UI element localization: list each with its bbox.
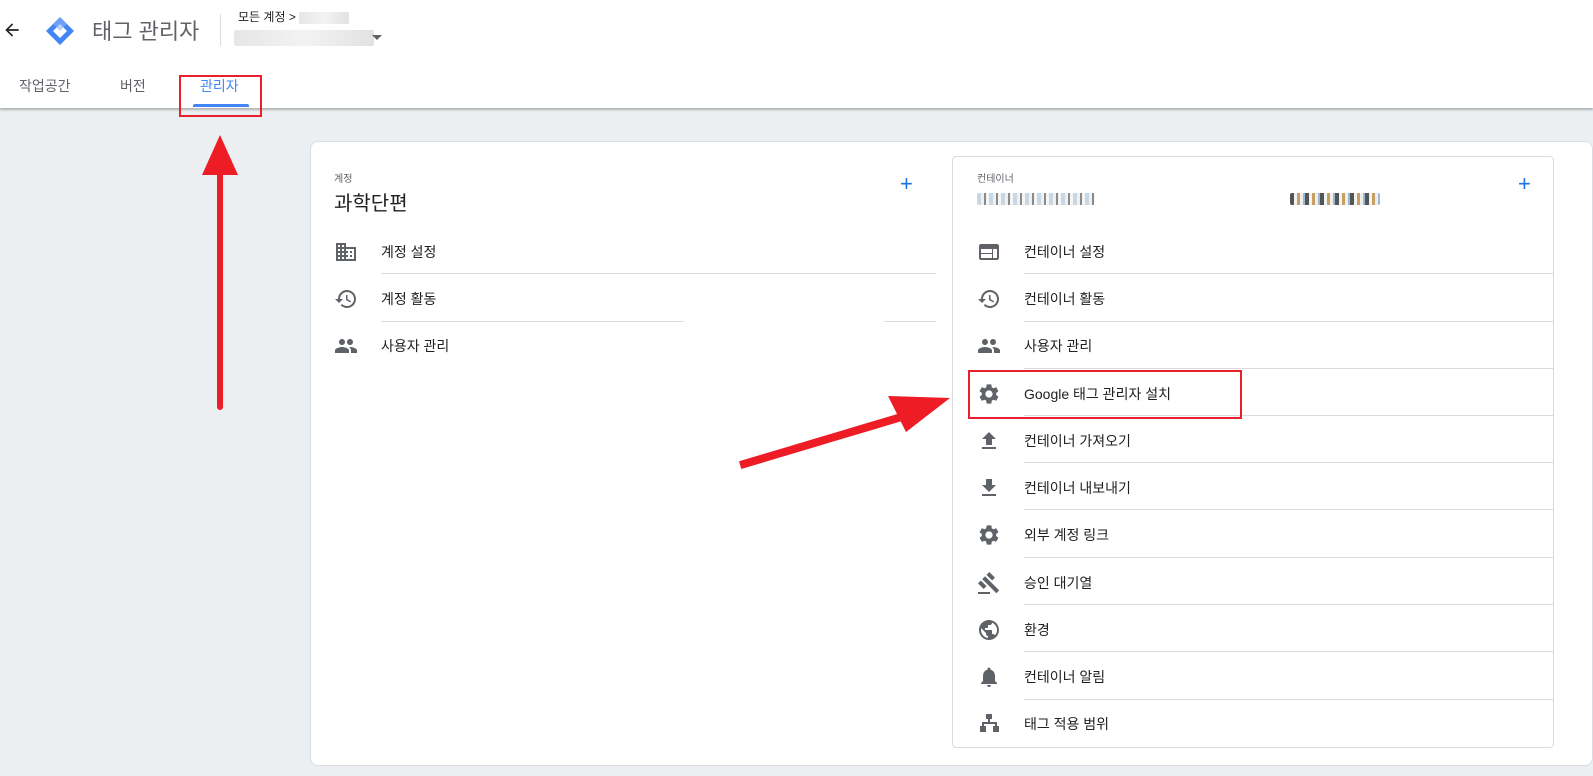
install-item-highlight [968, 370, 1242, 419]
container-id-redacted [1290, 193, 1380, 205]
account-settings-label: 계정 설정 [381, 244, 437, 260]
container-name-redacted [977, 193, 1095, 205]
building-icon [336, 243, 356, 261]
account-settings-item[interactable]: 계정 설정 [334, 226, 936, 273]
people-icon [978, 339, 1000, 353]
tab-versions[interactable]: 버전 [120, 76, 146, 96]
export-container-label: 컨테이너 내보내기 [1024, 480, 1131, 496]
breadcrumb[interactable]: 모든 계정 > [238, 8, 350, 25]
container-user-management-label: 사용자 관리 [1024, 338, 1093, 354]
globe-icon [979, 620, 999, 640]
app-title: 태그 관리자 [92, 19, 200, 44]
container-activity-label: 컨테이너 활동 [1024, 291, 1106, 307]
account-user-management-item[interactable]: 사용자 관리 [334, 320, 936, 367]
back-arrow-icon[interactable] [2, 20, 22, 40]
add-account-plus-icon[interactable]: + [900, 173, 913, 195]
people-icon [335, 339, 357, 353]
container-notifications-label: 컨테이너 알림 [1024, 669, 1106, 685]
admin-tab-highlight [179, 75, 262, 117]
bell-icon [981, 667, 997, 687]
external-account-links-label: 외부 계정 링크 [1024, 527, 1110, 543]
container-settings-label: 컨테이너 설정 [1024, 244, 1106, 260]
tag-coverage-label: 태그 적용 범위 [1024, 716, 1110, 732]
account-activity-item[interactable]: 계정 활동 [334, 273, 936, 320]
approval-queue-label: 승인 대기열 [1024, 575, 1093, 591]
external-account-links-item[interactable]: 외부 계정 링크 [977, 509, 1554, 556]
account-section-label: 계정 [334, 174, 353, 185]
container-user-management-item[interactable]: 사용자 관리 [977, 320, 1554, 367]
gear-icon [979, 525, 999, 545]
history-icon [978, 290, 999, 308]
container-settings-item[interactable]: 컨테이너 설정 [977, 226, 1554, 273]
container-notifications-item[interactable]: 컨테이너 알림 [977, 651, 1554, 698]
tab-workspace[interactable]: 작업공간 [19, 76, 71, 96]
container-selector-redacted[interactable] [234, 30, 374, 46]
caret-down-icon[interactable] [371, 34, 383, 42]
header-divider [220, 14, 221, 46]
app-header: 태그 관리자 모든 계정 > [0, 0, 1593, 63]
gavel-icon [977, 572, 1000, 594]
export-container-item[interactable]: 컨테이너 내보내기 [977, 462, 1554, 509]
breadcrumb-account-redacted [299, 11, 350, 24]
upload-icon [982, 432, 996, 449]
red-arrow-up-icon [202, 135, 238, 410]
environments-item[interactable]: 환경 [977, 604, 1554, 651]
sitemap-icon [980, 714, 999, 732]
red-arrow-diagonal-icon [739, 396, 950, 469]
web-icon [979, 244, 999, 260]
import-container-item[interactable]: 컨테이너 가져오기 [977, 415, 1554, 462]
account-name: 과학단편 [334, 193, 408, 215]
import-container-label: 컨테이너 가져오기 [1024, 433, 1131, 449]
breadcrumb-all-accounts[interactable]: 모든 계정 > [238, 10, 296, 24]
environments-label: 환경 [1024, 622, 1050, 638]
tag-manager-logo-icon [46, 17, 74, 45]
history-icon [335, 290, 356, 308]
account-activity-label: 계정 활동 [381, 291, 437, 307]
container-section-label: 컨테이너 [977, 174, 1014, 185]
add-container-plus-icon[interactable]: + [1518, 173, 1531, 195]
tag-coverage-item[interactable]: 태그 적용 범위 [977, 698, 1554, 745]
download-icon [982, 479, 996, 496]
container-activity-item[interactable]: 컨테이너 활동 [977, 273, 1554, 320]
account-user-management-label: 사용자 관리 [381, 338, 450, 354]
approval-queue-item[interactable]: 승인 대기열 [977, 557, 1554, 604]
